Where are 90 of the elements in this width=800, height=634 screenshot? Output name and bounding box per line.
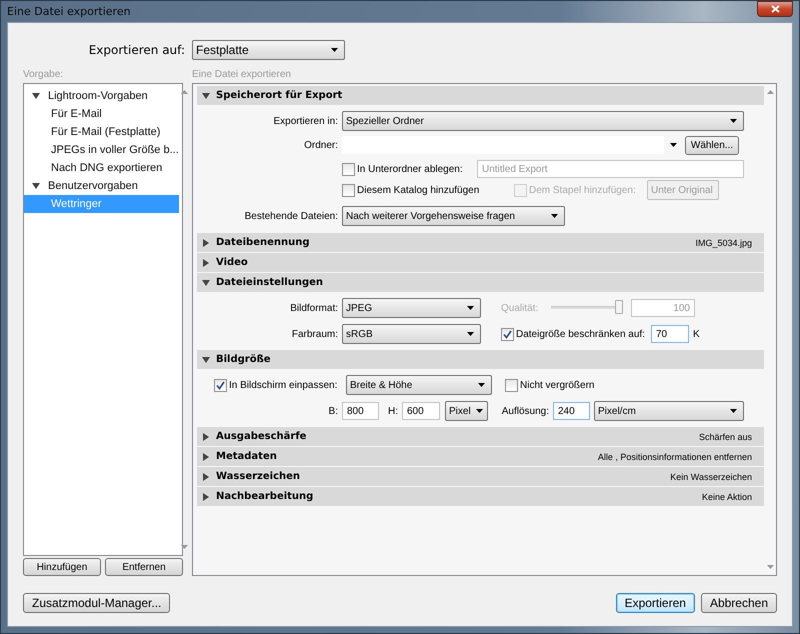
tree-item[interactable]: Nach DNG exportieren xyxy=(24,159,179,177)
dropdown[interactable]: Pixel xyxy=(445,401,488,421)
scroll-up-icon xyxy=(766,90,774,94)
checkbox[interactable] xyxy=(214,378,227,392)
scroll-down-icon xyxy=(181,545,188,549)
caret-icon xyxy=(670,143,677,147)
unit-label: K xyxy=(693,328,700,340)
dropdown[interactable]: Breite & Höhe xyxy=(346,375,492,395)
close-button[interactable] xyxy=(757,1,793,17)
dropdown[interactable]: Festplatte xyxy=(192,40,345,60)
caret-icon xyxy=(551,214,558,218)
button[interactable]: Zusatzmodul-Manager... xyxy=(23,593,170,613)
section-header[interactable]: Speicherort für Export xyxy=(197,86,764,105)
group-label: Vorgabe: xyxy=(23,68,64,81)
text-field[interactable]: 800 xyxy=(342,402,379,420)
field-label: Exportieren in: xyxy=(272,116,339,126)
section-summary: Kein Wasserzeichen xyxy=(670,472,752,482)
disclosure-triangle-icon xyxy=(202,356,210,364)
checkbox-label: Dateigröße beschränken auf: xyxy=(516,328,645,340)
button[interactable]: Abbrechen xyxy=(700,593,777,613)
caret-icon xyxy=(467,306,474,310)
section-summary: IMG_5034.jpg xyxy=(695,238,752,248)
field-label: Bestehende Dateien: xyxy=(244,210,339,222)
scroll-up-icon xyxy=(181,90,188,94)
section-header[interactable]: Wasserzeichen Kein Wasserzeichen xyxy=(197,467,764,486)
slider[interactable] xyxy=(551,299,621,317)
field-label: Farbraum: xyxy=(290,328,339,340)
checkbox-label: In Unterordner ablegen: xyxy=(357,164,463,174)
checkbox[interactable] xyxy=(342,184,355,196)
disclosure-triangle-icon xyxy=(32,182,40,190)
checkbox-label: Diesem Katalog hinzufügen xyxy=(357,184,480,196)
text-field[interactable]: 70 xyxy=(651,325,689,343)
caret-icon xyxy=(730,409,737,413)
disclosure-triangle-icon xyxy=(202,472,210,480)
tree-item[interactable]: Benutzervorgaben xyxy=(24,177,179,195)
dropdown[interactable]: Nach weiterer Vorgehensweise fragen xyxy=(342,206,565,226)
caret-icon xyxy=(331,48,338,52)
disclosure-triangle-icon xyxy=(202,432,210,440)
scroll-down-icon xyxy=(766,565,774,569)
field-label: Exportieren auf: xyxy=(88,43,186,57)
button[interactable]: Wählen... xyxy=(685,136,739,154)
checkbox-label: In Bildschirm einpassen: xyxy=(229,380,338,390)
caret-icon xyxy=(476,409,483,413)
caret-icon xyxy=(478,383,485,387)
window-title: Eine Datei exportieren xyxy=(7,5,131,18)
text-field[interactable]: 240 xyxy=(553,402,590,420)
section-header[interactable]: Ausgabeschärfe Schärfen aus xyxy=(197,427,764,446)
button[interactable]: Entfernen xyxy=(105,558,183,576)
field-label: B: xyxy=(328,406,339,416)
disclosure-triangle-icon xyxy=(202,492,210,500)
section-summary: Alle , Positionsinformationen entfernen xyxy=(598,452,752,462)
section-header[interactable]: Dateibenennung IMG_5034.jpg xyxy=(197,233,764,252)
button[interactable]: Exportieren xyxy=(616,593,695,613)
section-summary: Schärfen aus xyxy=(698,432,752,442)
disclosure-triangle-icon xyxy=(32,92,40,100)
disclosure-triangle-icon xyxy=(202,278,210,286)
disclosure-triangle-icon xyxy=(202,92,210,100)
section-summary: Keine Aktion xyxy=(702,492,752,502)
dropdown[interactable]: sRGB xyxy=(342,324,481,344)
dropdown[interactable]: JPEG xyxy=(342,298,481,318)
dropdown[interactable]: Pixel/cm xyxy=(594,401,744,421)
button[interactable]: Hinzufügen xyxy=(23,558,101,576)
caret-icon xyxy=(730,119,737,123)
tree-item[interactable]: JPEGs in voller Größe b... xyxy=(24,141,179,159)
section-header[interactable]: Video xyxy=(197,253,764,272)
tree-item[interactable]: Für E-Mail xyxy=(24,105,179,123)
text-field[interactable]: 600 xyxy=(402,402,440,420)
caret-icon xyxy=(467,332,474,336)
dropdown[interactable]: Spezieller Ordner xyxy=(342,111,744,131)
field-label: H: xyxy=(387,406,399,416)
disclosure-triangle-icon xyxy=(202,258,210,266)
disclosure-triangle-icon xyxy=(202,238,210,246)
field-label: Bildformat: xyxy=(289,302,339,314)
section-header[interactable]: Dateieinstellungen xyxy=(197,273,764,292)
field-label: Qualität: xyxy=(501,302,540,314)
checkbox[interactable] xyxy=(501,328,514,340)
section-header[interactable]: Bildgröße xyxy=(197,350,764,369)
section-header[interactable]: Metadaten Alle , Positionsinformationen entfernen xyxy=(197,447,764,466)
field-label: Auflösung: xyxy=(500,406,550,416)
group-label: Eine Datei exportieren xyxy=(192,68,292,81)
checkbox[interactable] xyxy=(505,378,518,392)
checkbox-label: Nicht vergrößern xyxy=(520,380,594,390)
checkbox-label: Dem Stapel hinzufügen: xyxy=(529,184,636,196)
checkbox[interactable] xyxy=(342,162,355,176)
section-header[interactable]: Nachbearbeitung Keine Aktion xyxy=(197,487,764,506)
tree-item[interactable]: Für E-Mail (Festplatte) xyxy=(24,123,179,141)
field-label: Ordner: xyxy=(303,140,339,150)
tree-item[interactable]: Lightroom-Vorgaben xyxy=(24,87,179,105)
close-icon xyxy=(770,5,780,13)
disclosure-triangle-icon xyxy=(202,452,210,460)
